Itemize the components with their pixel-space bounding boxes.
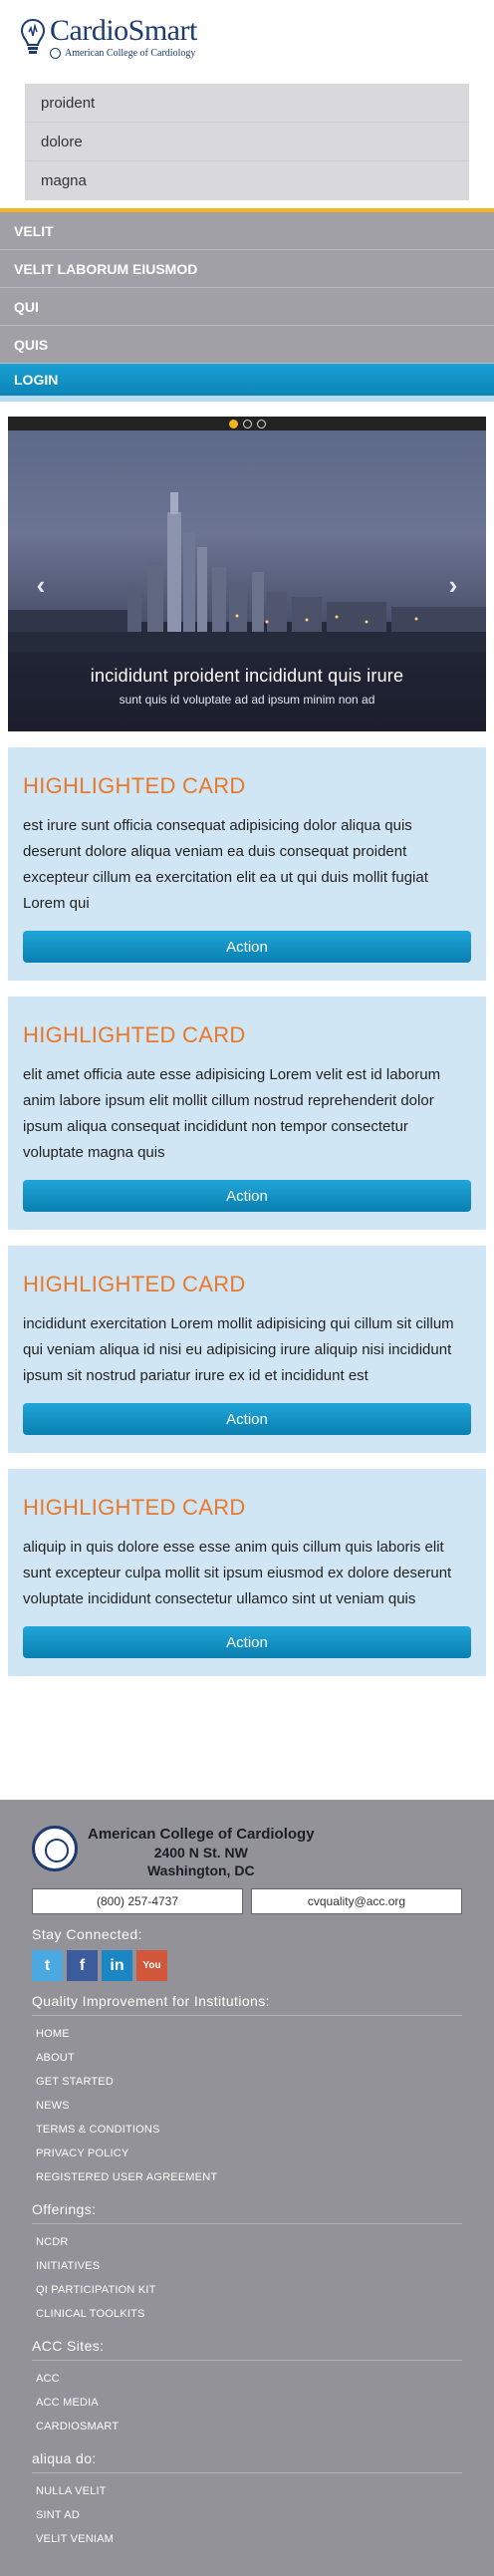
card-title: HIGHLIGHTED CARD	[23, 1022, 246, 1047]
dropdown-item[interactable]: dolore	[25, 123, 469, 161]
contact-row: (800) 257-4737 cvquality@acc.org	[32, 1888, 462, 1914]
card-text: est irure sunt officia consequat adipisi…	[23, 817, 428, 912]
phone-link[interactable]: (800) 257-4737	[32, 1888, 243, 1914]
footer-link-velit-veniam[interactable]: VELIT VENIAM	[32, 2527, 462, 2551]
nav-item-velit[interactable]: VELIT	[0, 212, 494, 250]
footer-link-sint-ad[interactable]: SINT AD	[32, 2503, 462, 2527]
footer-org-name: American College of Cardiology	[88, 1826, 315, 1843]
footer-link-get-started[interactable]: GET STARTED	[32, 2070, 462, 2094]
carousel-dot[interactable]	[242, 419, 252, 429]
carousel-indicators	[8, 417, 486, 430]
card-action-button[interactable]: Action	[23, 1403, 471, 1435]
youtube-icon[interactable]: You	[136, 1950, 167, 1981]
card-text: incididunt exercitation Lorem mollit adi…	[23, 1315, 454, 1384]
card-title: HIGHLIGHTED CARD	[23, 1495, 246, 1520]
cardiosmart-logo[interactable]: CardioSmart American College of Cardiolo…	[20, 16, 197, 59]
nav-item-velit-laborum-eiusmod[interactable]: VELIT LABORUM EIUSMOD	[0, 250, 494, 288]
city-skyline-image	[8, 492, 486, 652]
social-links: t f in You	[32, 1950, 462, 1981]
acc-seal-icon	[50, 48, 61, 59]
carousel-caption-title: incididunt proident incididunt quis irur…	[90, 666, 404, 686]
carousel-dot-active[interactable]	[228, 419, 238, 429]
stay-connected-label: Stay Connected:	[32, 1926, 143, 1942]
carousel-caption-subtitle: sunt quis id voluptate ad ad ipsum minim…	[119, 693, 375, 707]
site-footer: American College of Cardiology 2400 N St…	[0, 1800, 494, 2576]
nav-item-quis[interactable]: QUIS	[0, 326, 494, 364]
login-underline	[0, 396, 494, 402]
dropdown-menu: proident dolore magna	[25, 84, 469, 200]
highlighted-card: HIGHLIGHTED CARD est irure sunt officia …	[8, 747, 486, 981]
card-text: elit amet officia aute esse adipisicing …	[23, 1066, 441, 1161]
carousel-dot[interactable]	[256, 419, 266, 429]
footer-link-clinical-toolkits[interactable]: CLINICAL TOOLKITS	[32, 2302, 462, 2326]
footer-address-line1: 2400 N St. NW	[153, 1845, 248, 1860]
footer-link-qi-kit[interactable]: QI PARTICIPATION KIT	[32, 2278, 462, 2302]
nav-item-login[interactable]: LOGIN	[0, 364, 494, 396]
header: CardioSmart American College of Cardiolo…	[0, 0, 494, 80]
footer-link-home[interactable]: HOME	[32, 2022, 462, 2046]
dropdown-item[interactable]: proident	[25, 84, 469, 123]
facebook-icon[interactable]: f	[67, 1950, 98, 1981]
carousel-caption: incididunt proident incididunt quis irur…	[8, 652, 486, 731]
nav-item-qui[interactable]: QUI	[0, 288, 494, 326]
footer-link-initiatives[interactable]: INITIATIVES	[32, 2254, 462, 2278]
brand-name: CardioSmart	[50, 14, 197, 47]
carousel-slide-image: ‹ › incididunt proident incididunt quis …	[8, 430, 486, 731]
card-list: HIGHLIGHTED CARD est irure sunt officia …	[0, 747, 494, 1676]
footer-link-news[interactable]: NEWS	[32, 2094, 462, 2118]
footer-link-nulla-velit[interactable]: NULLA VELIT	[32, 2479, 462, 2503]
linkedin-icon[interactable]: in	[102, 1950, 132, 1981]
footer-address-line2: Washington, DC	[146, 1862, 255, 1878]
footer-organization: American College of Cardiology 2400 N St…	[32, 1826, 462, 1878]
acc-seal-icon	[32, 1826, 78, 1871]
footer-link-acc[interactable]: ACC	[32, 2367, 462, 2391]
lightbulb-icon	[20, 18, 46, 58]
card-title: HIGHLIGHTED CARD	[23, 773, 246, 798]
card-action-button[interactable]: Action	[23, 931, 471, 963]
dropdown-item[interactable]: magna	[25, 161, 469, 200]
footer-link-cardiosmart[interactable]: CARDIOSMART	[32, 2415, 462, 2438]
carousel-next-icon[interactable]: ›	[438, 570, 468, 601]
footer-link-about[interactable]: ABOUT	[32, 2046, 462, 2070]
footer-heading-acc-sites: ACC Sites:	[32, 2338, 462, 2361]
footer-link-acc-media[interactable]: ACC MEDIA	[32, 2391, 462, 2415]
email-link[interactable]: cvquality@acc.org	[251, 1888, 462, 1914]
footer-heading-quality: Quality Improvement for Institutions:	[32, 1993, 462, 2016]
footer-link-terms[interactable]: TERMS & CONDITIONS	[32, 2118, 462, 2142]
footer-link-user-agreement[interactable]: REGISTERED USER AGREEMENT	[32, 2165, 462, 2189]
card-text: aliquip in quis dolore esse esse anim qu…	[23, 1539, 452, 1607]
main-nav: VELIT VELIT LABORUM EIUSMOD QUI QUIS LOG…	[0, 212, 494, 402]
footer-heading-offerings: Offerings:	[32, 2201, 462, 2224]
card-action-button[interactable]: Action	[23, 1626, 471, 1658]
twitter-icon[interactable]: t	[32, 1950, 63, 1981]
footer-link-ncdr[interactable]: NCDR	[32, 2230, 462, 2254]
card-title: HIGHLIGHTED CARD	[23, 1272, 246, 1296]
carousel-prev-icon[interactable]: ‹	[26, 570, 56, 601]
highlighted-card: HIGHLIGHTED CARD incididunt exercitation…	[8, 1246, 486, 1453]
hero-carousel: ‹ › incididunt proident incididunt quis …	[8, 417, 486, 731]
footer-heading-aliqua: aliqua do:	[32, 2450, 462, 2473]
highlighted-card: HIGHLIGHTED CARD aliquip in quis dolore …	[8, 1469, 486, 1676]
highlighted-card: HIGHLIGHTED CARD elit amet officia aute …	[8, 997, 486, 1230]
card-action-button[interactable]: Action	[23, 1180, 471, 1212]
brand-subtitle: American College of Cardiology	[65, 48, 196, 59]
footer-link-privacy[interactable]: PRIVACY POLICY	[32, 2142, 462, 2165]
